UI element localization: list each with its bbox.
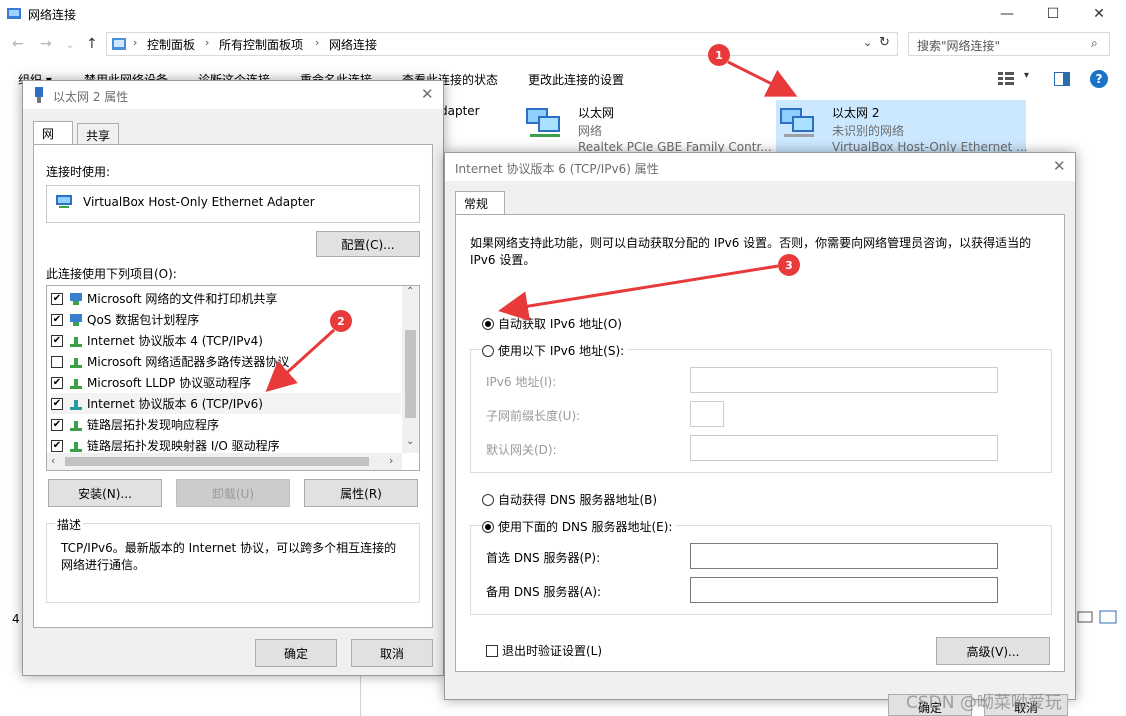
watermark: CSDN @呦菜呦爱玩	[906, 693, 1062, 713]
arrow-1	[727, 60, 798, 97]
annotation-badge: 3	[778, 254, 800, 276]
arrow-2	[265, 328, 336, 393]
annotation-badge: 2	[330, 310, 352, 332]
annotation-badge: 1	[708, 44, 730, 66]
arrow-3	[498, 264, 779, 322]
annotation-arrows	[265, 60, 798, 393]
